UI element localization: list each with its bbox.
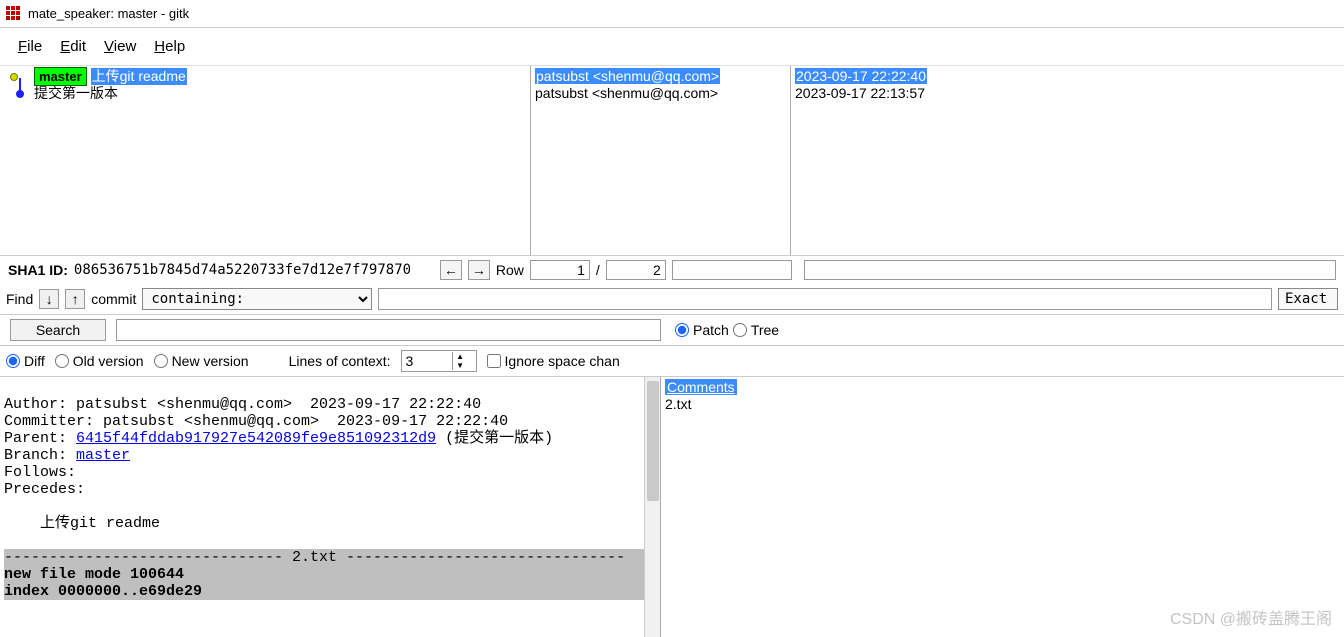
menu-help[interactable]: Help — [154, 38, 185, 55]
branch-link[interactable]: master — [76, 447, 130, 464]
date-pane[interactable]: 2023-09-17 22:22:40 2023-09-17 22:13:57 — [790, 66, 1344, 255]
ignore-space-label: Ignore space chan — [505, 353, 620, 369]
menu-edit[interactable]: Edit — [60, 38, 86, 55]
ignore-space-checkbox[interactable] — [487, 354, 501, 368]
follows-line: Follows: — [4, 464, 76, 481]
nav-next-button[interactable]: → — [468, 260, 490, 280]
parent-hash-link[interactable]: 6415f44fddab917927e542089fe9e851092312d9 — [76, 430, 436, 447]
file-list-pane[interactable]: Comments 2.txt — [660, 377, 1344, 637]
lines-context-spinner[interactable]: ▲▼ — [401, 350, 477, 372]
author-pane[interactable]: patsubst <shenmu@qq.com> patsubst <shenm… — [530, 66, 790, 255]
window-title: mate_speaker: master - gitk — [28, 6, 189, 21]
parent-label: Parent: — [4, 430, 76, 447]
diff-radio[interactable] — [6, 354, 20, 368]
menu-view[interactable]: View — [104, 38, 136, 55]
branch-tag[interactable]: master — [34, 67, 87, 86]
commit-author: patsubst <shenmu@qq.com> — [535, 85, 786, 102]
patch-tree-radio-group: Patch Tree — [675, 322, 779, 338]
diff-scrollbar[interactable] — [644, 377, 660, 637]
author-line: Author: patsubst <shenmu@qq.com> 2023-09… — [4, 396, 481, 413]
search-button[interactable]: Search — [10, 319, 106, 341]
commit-message: 上传git readme — [91, 68, 187, 85]
extra-field-2[interactable] — [804, 260, 1336, 280]
sha-input[interactable] — [74, 260, 434, 280]
menu-file[interactable]: File — [18, 38, 42, 55]
search-row: Search Patch Tree — [0, 314, 1344, 346]
comments-item[interactable]: Comments — [665, 379, 737, 395]
commit-author: patsubst <shenmu@qq.com> — [535, 68, 720, 84]
patch-label: Patch — [693, 322, 729, 338]
search-input[interactable] — [116, 319, 661, 341]
branch-label: Branch: — [4, 447, 76, 464]
diff-pane[interactable]: Author: patsubst <shenmu@qq.com> 2023-09… — [0, 377, 660, 637]
commit-row[interactable]: 提交第一版本 — [8, 85, 530, 102]
diff-label: Diff — [24, 353, 45, 369]
lines-context-label: Lines of context: — [289, 353, 391, 369]
find-type-select[interactable]: containing: — [142, 288, 372, 310]
title-bar: mate_speaker: master - gitk — [0, 0, 1344, 28]
file-item[interactable]: 2.txt — [665, 396, 1340, 413]
sha-label: SHA1 ID: — [8, 262, 68, 278]
diff-file-header: ------------------------------- 2.txt --… — [4, 549, 656, 600]
row-current-input[interactable] — [530, 260, 590, 280]
sha-row: SHA1 ID: ← → Row / — [0, 255, 1344, 284]
commit-date: 2023-09-17 22:13:57 — [795, 85, 1340, 102]
commit-row[interactable]: master 上传git readme — [8, 68, 530, 85]
app-icon — [6, 6, 22, 22]
diff-options-row: Diff Old version New version Lines of co… — [0, 346, 1344, 377]
new-version-radio[interactable] — [154, 354, 168, 368]
find-label: Find — [6, 291, 33, 307]
old-version-label: Old version — [73, 353, 144, 369]
lines-context-input[interactable] — [402, 353, 452, 369]
nav-prev-button[interactable]: ← — [440, 260, 462, 280]
new-version-label: New version — [172, 353, 249, 369]
parent-msg: (提交第一版本) — [436, 430, 553, 447]
find-match-select[interactable]: Exact — [1278, 288, 1338, 310]
row-separator: / — [596, 262, 600, 278]
commit-date: 2023-09-17 22:22:40 — [795, 68, 927, 84]
committer-line: Committer: patsubst <shenmu@qq.com> 2023… — [4, 413, 508, 430]
row-label: Row — [496, 262, 524, 278]
find-next-button[interactable]: ↓ — [39, 289, 59, 309]
history-panes: master 上传git readme 提交第一版本 patsubst <she… — [0, 65, 1344, 255]
patch-radio[interactable] — [675, 323, 689, 337]
precedes-line: Precedes: — [4, 481, 85, 498]
commit-message: 提交第一版本 — [34, 85, 118, 102]
row-total-field — [606, 260, 666, 280]
tree-label: Tree — [751, 322, 779, 338]
details-row: Author: patsubst <shenmu@qq.com> 2023-09… — [0, 377, 1344, 637]
find-prev-button[interactable]: ↑ — [65, 289, 85, 309]
scrollbar-thumb[interactable] — [647, 381, 659, 501]
tree-radio[interactable] — [733, 323, 747, 337]
find-mode-label: commit — [91, 291, 136, 307]
extra-field-1[interactable] — [672, 260, 792, 280]
find-row: Find ↓ ↑ commit containing: Exact — [0, 284, 1344, 314]
menu-bar: File Edit View Help — [0, 28, 1344, 65]
commit-list-pane[interactable]: master 上传git readme 提交第一版本 — [0, 66, 530, 255]
graph-node — [8, 86, 30, 102]
find-text-input[interactable] — [378, 288, 1272, 310]
commit-full-message: 上传git readme — [4, 515, 160, 532]
old-version-radio[interactable] — [55, 354, 69, 368]
